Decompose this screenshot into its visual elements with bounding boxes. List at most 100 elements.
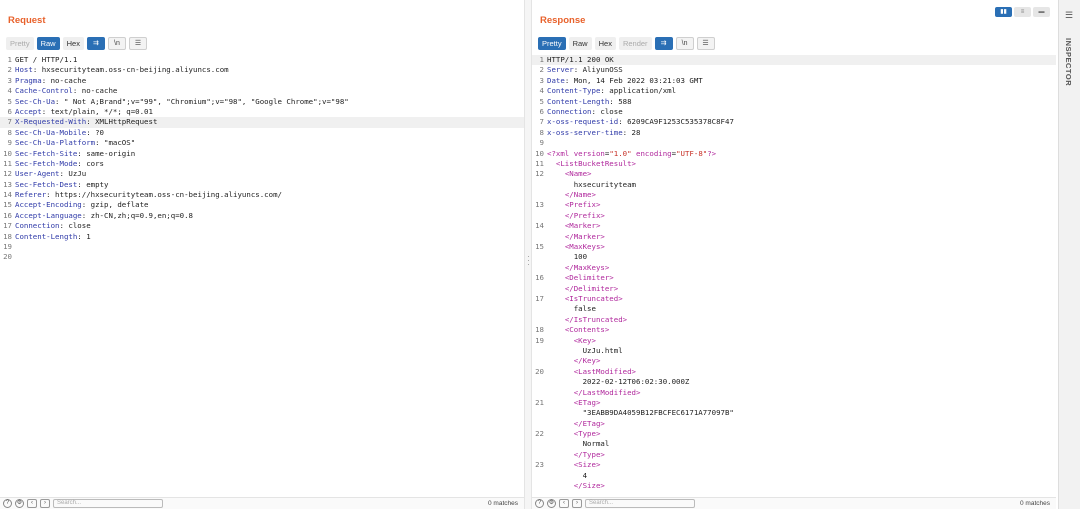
code-line[interactable]: 8 x-oss-server-time: 28 [532,128,1056,138]
help-icon[interactable]: ? [3,499,12,508]
code-line[interactable]: 6 Connection: close [532,107,1056,117]
menu-icon[interactable]: ☰ [696,36,715,50]
tab-raw[interactable]: Raw [36,36,60,50]
request-search-input[interactable]: Search... [53,499,163,508]
code-line[interactable]: 11 <ListBucketResult> [532,159,1056,169]
code-line[interactable]: 18 <Contents> [532,325,1056,335]
inspector-sidebar[interactable]: ☰ INSPECTOR [1058,0,1080,509]
code-line[interactable]: 10 <?xml version="1.0" encoding="UTF-8"?> [532,149,1056,159]
code-line[interactable]: 5 Content-Length: 588 [532,97,1056,107]
settings-icon[interactable]: ⚙ [15,499,24,508]
code-line[interactable]: 16 Accept-Language: zh-CN,zh;q=0.9,en;q=0… [0,211,524,221]
code-line[interactable]: 21 <ETag> [532,398,1056,408]
code-line[interactable]: </ETag> [532,419,1056,429]
code-line[interactable]: 23 <Size> [532,460,1056,470]
code-line[interactable]: 13 <Prefix> [532,200,1056,210]
response-title: Response [540,15,586,26]
code-line[interactable]: </Name> [532,190,1056,200]
response-search-input[interactable]: Search... [585,499,695,508]
tab-pretty[interactable]: Pretty [6,36,34,50]
tabs-view-icon[interactable]: ▬ [1033,7,1050,17]
request-editor[interactable]: 1 GET / HTTP/1.1 2 Host: hxsecurityteam.oss… [0,55,524,495]
code-line[interactable]: 14 <Marker> [532,221,1056,231]
code-line[interactable]: hxsecurityteam [532,180,1056,190]
header-name: Content-Length [547,96,610,106]
code-line[interactable]: 1 HTTP/1.1 200 OK [532,55,1056,66]
header-name: Content-Type [547,86,601,96]
code-line[interactable]: 5 Sec-Ch-Ua: " Not A;Brand";v="99", "Chro… [0,97,524,107]
code-line[interactable]: 17 Connection: close [0,221,524,231]
next-match-button[interactable]: › [572,499,582,508]
code-line[interactable]: 2022-02-12T06:02:30.000Z [532,377,1056,387]
code-line[interactable]: 1 GET / HTTP/1.1 [0,55,524,65]
menu-icon[interactable]: ☰ [128,36,147,50]
code-line[interactable]: 10 Sec-Fetch-Site: same-origin [0,149,524,159]
code-line[interactable]: 15 <MaxKeys> [532,242,1056,252]
code-line[interactable]: 20 [0,252,524,262]
code-line[interactable]: 2 Host: hxsecurityteam.oss-cn-beijing.ali… [0,65,524,75]
next-match-button[interactable]: › [40,499,50,508]
code-line[interactable]: 13 Sec-Fetch-Dest: empty [0,180,524,190]
code-line[interactable]: 8 Sec-Ch-Ua-Mobile: ?0 [0,128,524,138]
code-line[interactable]: 12 User-Agent: UzJu [0,169,524,179]
code-line[interactable]: "3EABB9DA4059B12FBCFEC6171A77097B" [532,408,1056,418]
code-line[interactable]: 3 Date: Mon, 14 Feb 2022 03:21:03 GMT [532,76,1056,86]
code-line[interactable]: 4 Cache-Control: no-cache [0,86,524,96]
code-line[interactable]: 100 [532,252,1056,262]
tab-pretty[interactable]: Pretty [538,36,566,50]
code-line[interactable]: 17 <IsTruncated> [532,294,1056,304]
split-horizontal-icon[interactable]: ≡ [1014,7,1031,17]
line-number [532,346,547,356]
tab-raw[interactable]: Raw [568,36,592,50]
code-line[interactable]: 7 x-oss-request-id: 6209CA9F1253C535378C8… [532,117,1056,127]
code-line[interactable]: </Delimiter> [532,284,1056,294]
code-line[interactable]: 19 [0,242,524,252]
code-line[interactable]: UzJu.html [532,346,1056,356]
code-line[interactable]: 11 Sec-Fetch-Mode: cors [0,159,524,169]
code-line[interactable]: 7 X-Requested-With: XMLHttpRequest [0,117,524,128]
code-line[interactable]: Normal [532,439,1056,449]
code-line[interactable]: </Type> [532,450,1056,460]
code-token: Normal [547,439,610,449]
code-line[interactable]: 14 Referer: https://hxsecurityteam.oss-cn… [0,190,524,200]
code-line[interactable]: 16 <Delimiter> [532,273,1056,283]
tab-hex[interactable]: Hex [62,36,84,50]
code-line[interactable]: 2 Server: AliyunOSS [532,65,1056,75]
code-line[interactable]: 15 Accept-Encoding: gzip, deflate [0,200,524,210]
code-line[interactable]: 18 Content-Length: 1 [0,232,524,242]
code-line[interactable]: 19 <Key> [532,336,1056,346]
code-line[interactable]: 4 Content-Type: application/xml [532,86,1056,96]
response-editor[interactable]: 1 HTTP/1.1 200 OK 2 Server: AliyunOSS 3 Date:… [532,55,1056,495]
newline-icon[interactable]: \n [675,36,694,50]
settings-icon[interactable]: ⚙ [547,499,556,508]
splitter-handle-icon[interactable]: · · · [527,252,530,269]
code-line[interactable]: 6 Accept: text/plain, */*; q=0.01 [0,107,524,117]
newline-icon[interactable]: \n [107,36,126,50]
help-icon[interactable]: ? [535,499,544,508]
code-line[interactable]: </LastModified> [532,388,1056,398]
wrap-lines-icon[interactable]: ⇉ [86,36,105,50]
wrap-lines-icon[interactable]: ⇉ [654,36,673,50]
previous-match-button[interactable]: ‹ [559,499,569,508]
inspector-label[interactable]: INSPECTOR [1064,38,1073,86]
code-line[interactable]: 4 [532,471,1056,481]
code-line[interactable]: </MaxKeys> [532,263,1056,273]
code-line[interactable]: </Size> [532,481,1056,491]
inspector-menu-icon[interactable]: ☰ [1065,10,1073,21]
code-line[interactable]: 22 <Type> [532,429,1056,439]
code-line[interactable]: 9 [532,138,1056,148]
code-line[interactable]: </Prefix> [532,211,1056,221]
split-vertical-icon[interactable]: ▮▮ [995,7,1012,17]
code-line[interactable]: 12 <Name> [532,169,1056,179]
code-line[interactable]: 20 <LastModified> [532,367,1056,377]
code-line[interactable]: 9 Sec-Ch-Ua-Platform: "macOS" [0,138,524,148]
code-line[interactable]: 3 Pragma: no-cache [0,76,524,86]
code-line[interactable]: </Marker> [532,232,1056,242]
tab-render[interactable]: Render [618,36,652,50]
code-line[interactable]: </IsTruncated> [532,315,1056,325]
code-line[interactable]: </Key> [532,356,1056,366]
tab-hex[interactable]: Hex [594,36,616,50]
previous-match-button[interactable]: ‹ [27,499,37,508]
code-line[interactable]: false [532,304,1056,314]
